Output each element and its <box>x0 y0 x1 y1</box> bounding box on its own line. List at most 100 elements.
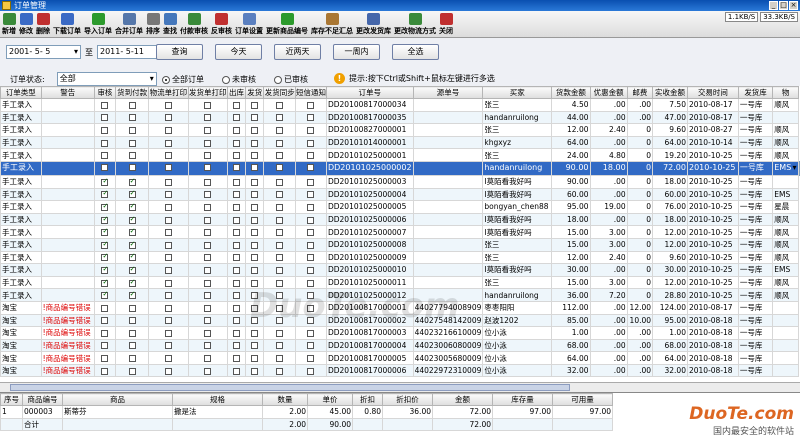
checkbox[interactable] <box>101 164 109 172</box>
checkbox[interactable] <box>233 114 241 122</box>
table-row[interactable]: 手工录入 DD20101025000005 bongyan_chen8895.001… <box>0 200 800 214</box>
checkbox[interactable] <box>101 126 109 134</box>
column-header[interactable]: 买家 <box>482 86 553 99</box>
checkbox[interactable] <box>204 139 212 147</box>
checkbox[interactable] <box>276 164 284 172</box>
checkbox[interactable] <box>101 278 109 287</box>
column-header[interactable]: 实收金额 <box>652 86 688 99</box>
table-row[interactable]: 手工录入 DD20100817000035 handanruilong 44.00.0… <box>0 110 800 125</box>
checkbox[interactable] <box>233 164 241 172</box>
column-header[interactable]: 货到付款 <box>114 86 150 99</box>
radio-circle[interactable] <box>162 75 170 84</box>
checkbox[interactable] <box>128 177 136 186</box>
checkbox[interactable] <box>307 139 315 147</box>
table-row[interactable]: 手工录入 DD20100817000034 张三 4.50.00.00 7.50 2010… <box>0 98 800 112</box>
checkbox[interactable] <box>233 304 241 312</box>
checkbox[interactable] <box>164 152 172 160</box>
checkbox[interactable] <box>101 101 109 109</box>
checkbox[interactable] <box>233 101 241 109</box>
date-from-picker[interactable]: 2001- 5- 5 <box>6 45 81 59</box>
table-row[interactable]: 手工录入 DD20101025000008 张三15.003.00012.00201… <box>0 237 800 252</box>
checkbox[interactable] <box>128 355 136 363</box>
toolbar-button-6[interactable]: 排序 <box>146 13 160 37</box>
checkbox[interactable] <box>128 164 136 172</box>
checkbox[interactable] <box>276 355 284 363</box>
checkbox[interactable] <box>204 329 212 337</box>
checkbox[interactable] <box>204 191 212 199</box>
checkbox[interactable] <box>233 254 241 262</box>
checkbox[interactable] <box>164 139 172 147</box>
checkbox[interactable] <box>276 342 284 350</box>
checkbox[interactable] <box>251 203 259 211</box>
checkbox[interactable] <box>307 367 315 375</box>
checkbox[interactable] <box>128 189 136 199</box>
radio-circle[interactable] <box>222 75 230 84</box>
checkbox[interactable] <box>251 266 259 274</box>
checkbox[interactable] <box>204 279 212 287</box>
checkbox[interactable] <box>204 114 212 122</box>
checkbox[interactable] <box>128 265 136 274</box>
checkbox[interactable] <box>276 139 284 147</box>
checkbox[interactable] <box>276 203 284 211</box>
toolbar-button-14[interactable]: 更改物流方式 <box>394 13 436 37</box>
checkbox[interactable] <box>307 329 315 337</box>
checkbox[interactable] <box>101 252 109 262</box>
checkbox[interactable] <box>307 342 315 350</box>
checkbox[interactable] <box>128 101 136 109</box>
checkbox[interactable] <box>204 241 212 249</box>
checkbox[interactable] <box>307 191 315 199</box>
radio-circle[interactable] <box>274 75 282 84</box>
status-radio-0[interactable]: 全部订单 <box>162 74 204 85</box>
checkbox[interactable] <box>128 367 136 375</box>
toolbar-button-5[interactable]: 合并订单 <box>115 13 143 37</box>
filter-button-2[interactable]: 近两天 <box>274 44 321 60</box>
column-header[interactable]: 出库 <box>226 86 247 99</box>
checkbox[interactable] <box>276 329 284 337</box>
checkbox[interactable] <box>251 178 259 186</box>
checkbox[interactable] <box>276 152 284 160</box>
checkbox[interactable] <box>101 342 109 350</box>
detail-column-header[interactable]: 序号 <box>0 393 23 406</box>
checkbox[interactable] <box>251 229 259 237</box>
checkbox[interactable] <box>233 216 241 224</box>
table-row[interactable]: 淘宝 !商品编号错误 DD20100817000005 44023005680009 位… <box>0 351 800 365</box>
checkbox[interactable] <box>128 329 136 337</box>
checkbox[interactable] <box>307 178 315 186</box>
detail-column-header[interactable]: 商品编号 <box>22 393 63 406</box>
checkbox[interactable] <box>276 266 284 274</box>
checkbox[interactable] <box>164 114 172 122</box>
checkbox[interactable] <box>251 139 259 147</box>
status-radio-1[interactable]: 未审核 <box>222 74 256 85</box>
checkbox[interactable] <box>307 114 315 122</box>
filter-button-4[interactable]: 全选 <box>392 44 439 60</box>
checkbox[interactable] <box>128 215 136 224</box>
checkbox[interactable] <box>128 114 136 122</box>
table-row[interactable]: 手工录入 DD20101025000009 张三12.002.4009.602010… <box>0 250 800 265</box>
checkbox[interactable] <box>164 266 172 274</box>
checkbox[interactable] <box>251 164 259 172</box>
column-header[interactable]: 邮费 <box>626 86 654 99</box>
checkbox[interactable] <box>204 367 212 375</box>
checkbox[interactable] <box>233 229 241 237</box>
detail-column-header[interactable]: 金额 <box>432 393 493 406</box>
checkbox[interactable] <box>164 292 172 300</box>
checkbox[interactable] <box>233 367 241 375</box>
checkbox[interactable] <box>128 317 136 325</box>
column-header[interactable]: 物 <box>772 86 799 99</box>
checkbox[interactable] <box>164 178 172 186</box>
checkbox[interactable] <box>276 126 284 134</box>
table-row[interactable]: 手工录入 DD20100827000001 张三 12.00 2.40 0 9.60 2010… <box>0 123 800 137</box>
checkbox[interactable] <box>164 203 172 211</box>
checkbox[interactable] <box>307 101 315 109</box>
minimize-button[interactable]: _ <box>769 1 778 10</box>
column-header[interactable]: 订单号 <box>325 86 414 99</box>
checkbox[interactable] <box>101 304 109 312</box>
toolbar-button-10[interactable]: 订单设置 <box>235 13 263 37</box>
toolbar-button-0[interactable]: 新增 <box>2 13 16 37</box>
checkbox[interactable] <box>164 101 172 109</box>
checkbox[interactable] <box>204 304 212 312</box>
checkbox[interactable] <box>101 139 109 147</box>
checkbox[interactable] <box>204 266 212 274</box>
checkbox[interactable] <box>164 355 172 363</box>
checkbox[interactable] <box>276 229 284 237</box>
